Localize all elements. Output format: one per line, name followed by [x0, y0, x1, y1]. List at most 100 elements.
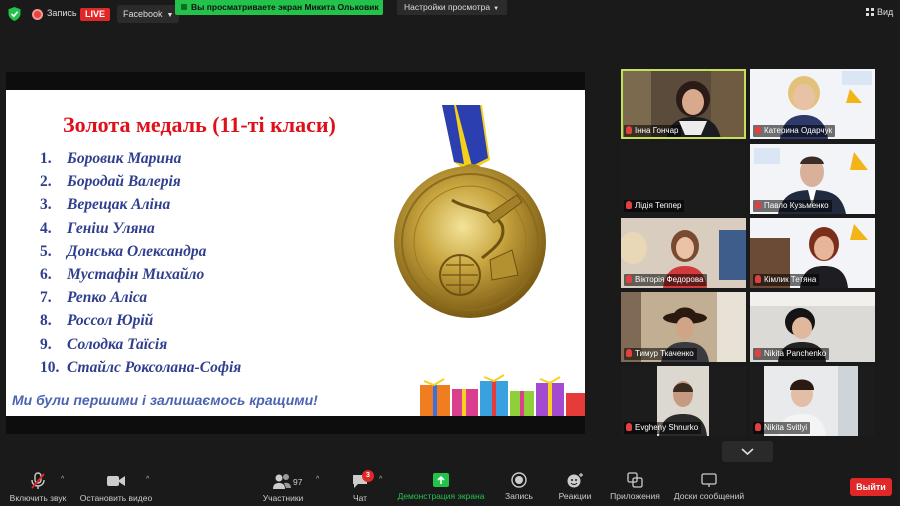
medalist-item: 1. Боровик Марина — [40, 147, 241, 170]
medalist-name: Солодка Таїсія — [67, 335, 168, 353]
medalist-number: 2. — [40, 173, 52, 191]
live-badge[interactable]: LIVE — [80, 8, 111, 21]
record-label: Запись — [505, 491, 533, 501]
muted-mic-icon — [755, 275, 761, 283]
shield-icon[interactable] — [8, 7, 21, 21]
muted-mic-icon — [755, 201, 761, 209]
grid-icon — [866, 8, 874, 16]
stop-video-button[interactable]: Остановить видео — [76, 466, 156, 503]
slide-title: Золота медаль (11-ті класи) — [63, 112, 336, 137]
participant-tile[interactable]: Кімлик Тетяна — [750, 218, 875, 288]
participant-name-label: Інна Гончар — [624, 125, 682, 137]
whiteboard-icon — [701, 473, 717, 487]
participant-tile[interactable]: Тимур Ткаченко — [621, 292, 746, 362]
medalist-number: 9. — [40, 335, 52, 353]
participant-name-label: Кімлик Тетяна — [753, 274, 820, 286]
view-label: Вид — [877, 7, 894, 17]
medalist-name: Геніш Уляна — [67, 219, 155, 237]
participant-tile[interactable]: Лідія Теппер — [621, 144, 746, 214]
record-indicator-icon — [32, 9, 43, 20]
screen-share-icon — [181, 4, 187, 10]
audio-options-chevron-icon[interactable]: ^ — [61, 476, 64, 483]
participant-name-label: Вікторія Федорова — [624, 274, 707, 286]
medalist-item: 2. Бородай Валерія — [40, 170, 241, 193]
chevron-down-icon — [741, 448, 754, 456]
record-status-label[interactable]: Запись — [47, 8, 77, 18]
gallery-scroll-down-button[interactable] — [722, 441, 773, 462]
medalist-name: Бородай Валерія — [67, 173, 181, 191]
whiteboards-button[interactable]: Доски сообщений — [670, 466, 748, 501]
participant-name-label: Тимур Ткаченко — [624, 348, 697, 360]
reactions-label: Реакции — [558, 491, 592, 501]
medalist-number: 10. — [40, 358, 60, 376]
chevron-down-icon: ▼ — [493, 6, 500, 12]
muted-mic-icon — [755, 349, 761, 357]
chevron-down-icon: ▼ — [166, 12, 174, 19]
record-button[interactable]: Запись — [500, 466, 538, 501]
participant-name: Катерина Одарчук — [764, 126, 833, 135]
medalist-number: 4. — [40, 219, 52, 237]
medalist-item: 8. Россол Юрій — [40, 309, 241, 332]
reactions-button[interactable]: Реакции — [555, 466, 595, 501]
participant-name-label: Nikita Panchenko — [753, 348, 830, 360]
top-bar: Запись LIVE Facebook ▼ Вы просматриваете … — [0, 0, 900, 28]
medalist-name: Мустафін Михайло — [67, 265, 205, 283]
share-screen-button[interactable]: Демонстрация экрана — [395, 466, 487, 501]
participants-options-chevron-icon[interactable]: ^ — [316, 476, 319, 483]
video-camera-icon — [107, 476, 125, 486]
participant-name: Вікторія Федорова — [635, 275, 704, 284]
medalist-number: 3. — [40, 196, 52, 214]
unmute-button[interactable]: Включить звук — [4, 466, 72, 503]
zoom-meeting-window: Запись LIVE Facebook ▼ Вы просматриваете … — [0, 0, 900, 506]
share-screen-label: Демонстрация экрана — [397, 491, 485, 501]
apps-button[interactable]: Приложения — [606, 466, 664, 501]
video-options-chevron-icon[interactable]: ^ — [146, 476, 149, 483]
participant-tile[interactable]: Катерина Одарчук — [750, 69, 875, 139]
medalist-item: 10. Стайлс Роксолана-Софія — [40, 356, 241, 379]
view-options-label: Настройки просмотра — [404, 2, 491, 12]
screen-share-banner: Вы просматриваете экран Микита Ольковик — [175, 0, 383, 15]
participant-tile[interactable]: Павло Кузьменко — [750, 144, 875, 214]
participant-tile[interactable]: Nikita Svitlyi — [750, 366, 875, 436]
view-options-dropdown[interactable]: Настройки просмотра ▼ — [397, 0, 507, 15]
view-button[interactable]: Вид — [866, 7, 893, 17]
medalist-number: 7. — [40, 289, 52, 307]
participant-tile[interactable]: Nikita Panchenko — [750, 292, 875, 362]
medalist-number: 1. — [40, 150, 52, 167]
participant-tile[interactable]: Вікторія Федорова — [621, 218, 746, 288]
participant-name-label: Nikita Svitlyi — [753, 422, 811, 434]
participant-name: Кімлик Тетяна — [764, 275, 817, 284]
muted-mic-icon — [626, 126, 632, 134]
participant-name-label: Evgheny Shnurko — [624, 422, 702, 434]
participant-name-label: Катерина Одарчук — [753, 125, 836, 137]
medalist-item: 4. Геніш Уляна — [40, 217, 241, 240]
share-screen-icon — [433, 473, 449, 487]
leave-meeting-button[interactable]: Выйти — [850, 478, 892, 496]
share-banner-text: Вы просматриваете экран Микита Ольковик — [191, 2, 379, 12]
medalist-name: Донська Олександра — [67, 242, 207, 260]
gift-boxes-icon — [420, 374, 585, 416]
participant-tile[interactable]: Evgheny Shnurko — [621, 366, 746, 436]
muted-mic-icon — [626, 423, 632, 431]
medalist-item: 7. Репко Аліса — [40, 286, 241, 309]
medalist-name: Репко Аліса — [67, 289, 148, 307]
apps-icon — [627, 472, 643, 488]
facebook-stream-dropdown[interactable]: Facebook ▼ — [117, 5, 180, 23]
apps-label: Приложения — [610, 491, 660, 501]
participant-name: Тимур Ткаченко — [635, 349, 694, 358]
medalist-name: Верещак Аліна — [67, 196, 171, 214]
participant-name: Evgheny Shnurko — [635, 423, 699, 432]
presentation-slide: Золота медаль (11-ті класи) 1. Боровик Ма… — [6, 90, 585, 416]
participant-name: Інна Гончар — [635, 126, 679, 135]
medalist-item: 6. Мустафін Михайло — [40, 263, 241, 286]
medalist-number: 5. — [40, 242, 52, 260]
participant-tile[interactable]: Інна Гончар — [621, 69, 746, 139]
medalist-number: 6. — [40, 265, 52, 283]
chat-label: Чат — [352, 493, 368, 503]
medalist-number: 8. — [40, 312, 52, 330]
emoji-icon — [567, 473, 583, 488]
muted-mic-icon — [626, 275, 632, 283]
record-icon — [511, 472, 527, 488]
chat-options-chevron-icon[interactable]: ^ — [379, 476, 382, 483]
participants-label: Участники — [262, 493, 304, 503]
